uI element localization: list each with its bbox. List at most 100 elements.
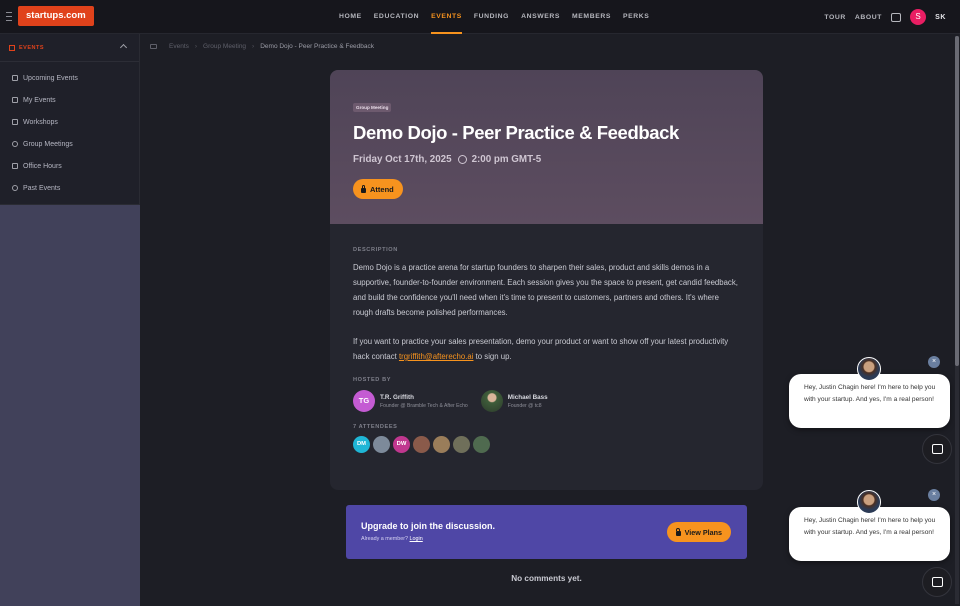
video-icon xyxy=(150,44,157,49)
sidebar: EVENTS Upcoming Events My Events Worksho… xyxy=(0,34,140,606)
host-name: T.R. Griffith xyxy=(380,393,414,401)
host-role: Founder @ Bramble Tech & After Echo xyxy=(380,402,468,409)
tour-link[interactable]: TOUR xyxy=(824,14,846,21)
lock-icon xyxy=(675,527,681,536)
sidebar-item-label: Upcoming Events xyxy=(23,74,78,82)
upgrade-title: Upgrade to join the discussion. xyxy=(361,521,496,531)
about-link[interactable]: ABOUT xyxy=(855,14,882,21)
chat-close-button[interactable]: × xyxy=(928,489,940,501)
upgrade-banner: Upgrade to join the discussion. Already … xyxy=(346,505,747,559)
events-section-label: EVENTS xyxy=(19,44,45,51)
host-name: Michael Bass xyxy=(507,393,548,401)
user-avatar[interactable]: S xyxy=(910,9,927,25)
event-hero: Group Meeting Demo Dojo - Peer Practice … xyxy=(330,70,763,224)
breadcrumb-separator: › xyxy=(194,43,198,50)
scrollbar-thumb[interactable] xyxy=(955,36,959,366)
nav-perks[interactable]: PERKS xyxy=(623,0,649,34)
attendee-avatar[interactable] xyxy=(433,436,450,453)
chat-launcher-button[interactable] xyxy=(922,434,952,464)
clock-icon xyxy=(12,185,18,191)
host-item[interactable]: Michael Bass Founder @ tc8 xyxy=(480,390,548,412)
attendee-avatar[interactable]: DW xyxy=(393,436,410,453)
menu-icon[interactable] xyxy=(6,12,12,21)
users-icon xyxy=(12,141,18,147)
chat-close-button[interactable]: × xyxy=(928,356,940,368)
sidebar-item-group-meetings[interactable]: Group Meetings xyxy=(0,133,139,155)
event-time: 2:00 pm GMT-5 xyxy=(471,154,542,165)
breadcrumb-events[interactable]: Events xyxy=(169,43,189,50)
event-body: DESCRIPTION Demo Dojo is a practice aren… xyxy=(330,224,763,453)
contact-email-link[interactable]: trgriffith@afterecho.ai xyxy=(399,352,474,361)
messages-icon[interactable] xyxy=(891,12,902,22)
view-plans-button[interactable]: View Plans xyxy=(666,522,731,542)
nav-funding[interactable]: FUNDING xyxy=(474,0,509,34)
event-date: Friday Oct 17th, 2025 xyxy=(353,154,452,165)
event-title: Demo Dojo - Peer Practice & Feedback xyxy=(353,122,679,143)
nav-home[interactable]: HOME xyxy=(339,0,362,34)
description-label: DESCRIPTION xyxy=(353,247,398,253)
nav-answers[interactable]: ANSWERS xyxy=(521,0,560,34)
event-type-badge: Group Meeting xyxy=(353,103,392,112)
host-role: Founder @ tc8 xyxy=(507,402,542,409)
startups-logo[interactable]: startups.com xyxy=(18,6,94,26)
nav-events[interactable]: EVENTS xyxy=(431,0,462,34)
description-text: to sign up. xyxy=(473,352,512,361)
already-member-text: Already a member? xyxy=(361,536,409,542)
events-menu-panel: EVENTS Upcoming Events My Events Worksho… xyxy=(0,34,140,205)
hosted-by-label: HOSTED BY xyxy=(353,377,392,383)
breadcrumb-separator: › xyxy=(252,43,255,50)
sidebar-item-workshops[interactable]: Workshops xyxy=(0,111,139,133)
top-navbar: startups.com HOME EDUCATION EVENTS FUNDI… xyxy=(0,0,960,34)
chevron-up-icon[interactable] xyxy=(119,43,128,52)
host-avatar: TG xyxy=(353,390,375,412)
attendees-label: 7 ATTENDEES xyxy=(353,424,398,430)
attend-button[interactable]: Attend xyxy=(353,179,403,199)
event-card: Group Meeting Demo Dojo - Peer Practice … xyxy=(330,70,763,490)
clock-icon xyxy=(457,155,467,164)
user-initials[interactable]: SK xyxy=(935,14,946,21)
attendee-avatar[interactable]: DM xyxy=(353,436,370,453)
header-actions: TOUR ABOUT S SK xyxy=(824,0,946,34)
events-icon xyxy=(9,44,15,51)
sidebar-item-label: Past Events xyxy=(23,184,61,192)
attendee-avatar[interactable] xyxy=(413,436,430,453)
hosts-list: TG T.R. Griffith Founder @ Bramble Tech … xyxy=(353,390,740,412)
chat-icon xyxy=(932,577,943,587)
host-avatar xyxy=(480,390,503,412)
events-section-header[interactable]: EVENTS xyxy=(0,34,139,62)
upgrade-subtitle: Already a member? Login xyxy=(361,536,423,542)
breadcrumb-current: Demo Dojo - Peer Practice & Feedback xyxy=(260,43,375,50)
sidebar-item-past-events[interactable]: Past Events xyxy=(0,177,139,199)
breadcrumb: Events › Group Meeting › Demo Dojo - Pee… xyxy=(150,43,374,50)
calendar-icon xyxy=(12,75,18,81)
sidebar-item-label: Group Meetings xyxy=(23,140,73,148)
main-nav: HOME EDUCATION EVENTS FUNDING ANSWERS ME… xyxy=(339,0,649,34)
chat-icon xyxy=(932,444,943,454)
calendar-check-icon xyxy=(12,97,18,103)
sidebar-item-label: Office Hours xyxy=(23,162,62,170)
no-comments-text: No comments yet. xyxy=(511,574,582,583)
chat-message-bubble[interactable]: Hey, Justin Chagin here! I'm here to hel… xyxy=(789,374,950,428)
attendees-list: DM DW xyxy=(353,436,740,453)
login-link[interactable]: Login xyxy=(410,536,423,542)
sidebar-item-office-hours[interactable]: Office Hours xyxy=(0,155,139,177)
sidebar-item-my-events[interactable]: My Events xyxy=(0,89,139,111)
nav-education[interactable]: EDUCATION xyxy=(374,0,419,34)
attendee-avatar[interactable] xyxy=(453,436,470,453)
sidebar-item-label: Workshops xyxy=(23,118,58,126)
description-paragraph: Demo Dojo is a practice arena for startu… xyxy=(353,263,738,317)
attend-label: Attend xyxy=(370,184,394,194)
breadcrumb-group-meeting[interactable]: Group Meeting xyxy=(203,43,246,50)
description-paragraph: If you want to practice your sales prese… xyxy=(353,334,740,364)
page-scrollbar[interactable] xyxy=(955,36,959,604)
chat-launcher-button[interactable] xyxy=(922,567,952,597)
lock-icon xyxy=(361,184,366,193)
sidebar-item-upcoming-events[interactable]: Upcoming Events xyxy=(0,67,139,89)
attendee-avatar[interactable] xyxy=(373,436,390,453)
chat-agent-avatar xyxy=(857,490,881,514)
nav-members[interactable]: MEMBERS xyxy=(572,0,611,34)
attendee-avatar[interactable] xyxy=(473,436,490,453)
chat-message-bubble[interactable]: Hey, Justin Chagin here! I'm here to hel… xyxy=(789,507,950,561)
view-plans-label: View Plans xyxy=(684,527,722,537)
host-item[interactable]: TG T.R. Griffith Founder @ Bramble Tech … xyxy=(353,390,468,412)
